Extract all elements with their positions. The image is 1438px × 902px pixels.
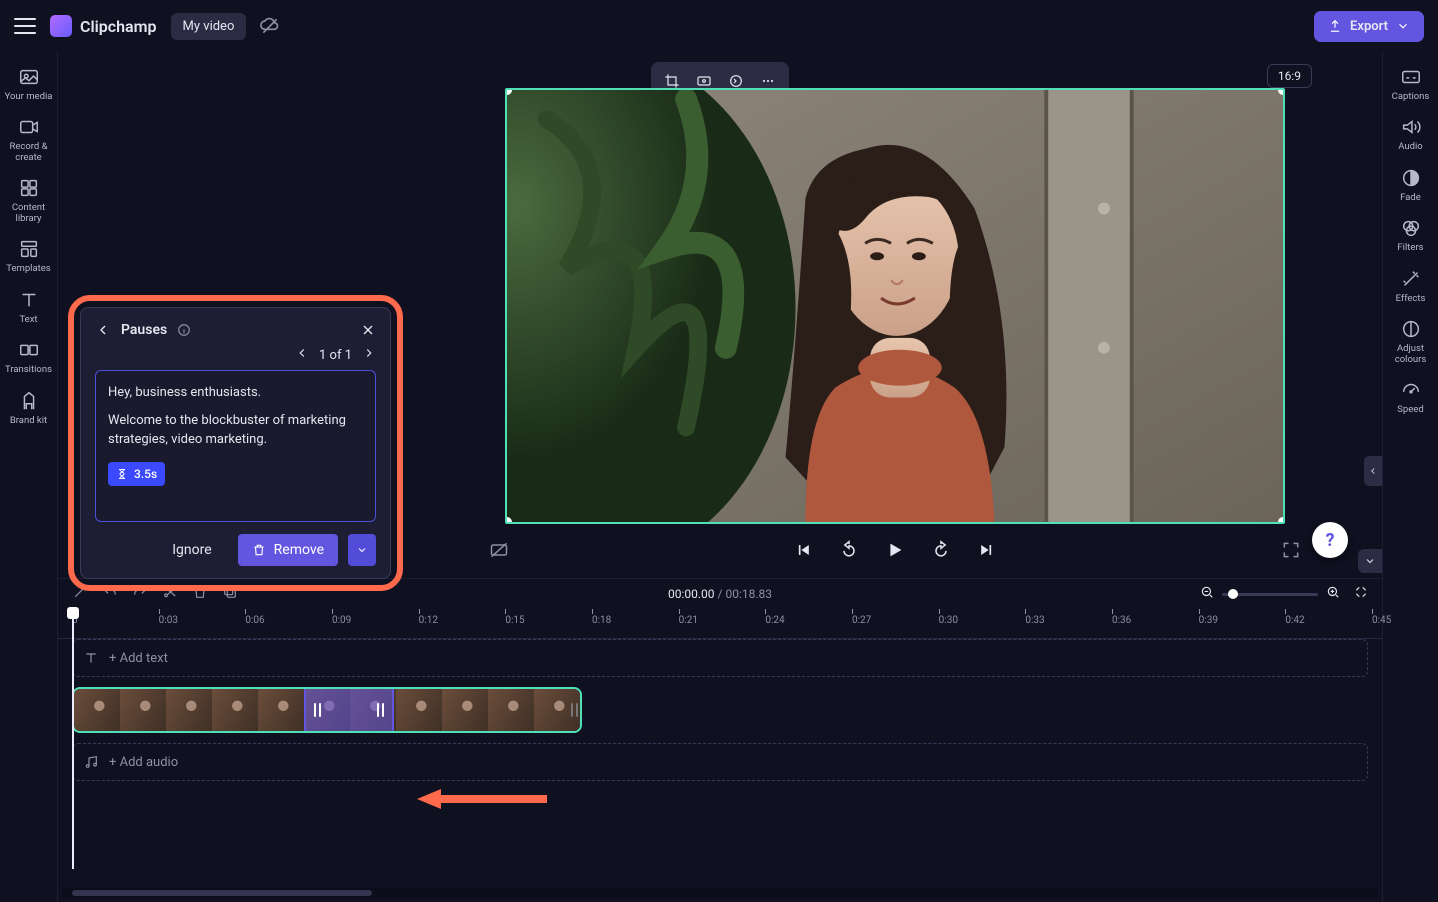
duration-time: 00:18.83	[725, 587, 772, 601]
close-icon[interactable]	[360, 322, 376, 338]
nav-record-create[interactable]: Record & create	[1, 110, 57, 169]
help-button[interactable]: ?	[1312, 522, 1348, 558]
nav-transitions[interactable]: Transitions	[1, 333, 57, 381]
preview-collapse-button[interactable]	[1358, 549, 1382, 573]
fullscreen-button[interactable]	[1278, 537, 1304, 563]
ruler-tick: 0:18	[592, 615, 611, 626]
current-time: 00:00.00	[668, 587, 715, 601]
pause-duration-chip: 3.5s	[108, 462, 165, 486]
ruler-tick: 0:27	[852, 615, 871, 626]
top-bar: Clipchamp My video Export	[0, 0, 1438, 52]
hourglass-icon	[116, 468, 128, 480]
sync-status-icon	[260, 16, 280, 36]
export-label: Export	[1350, 19, 1388, 34]
project-title[interactable]: My video	[171, 13, 247, 40]
music-icon	[83, 754, 99, 770]
app-name: Clipchamp	[80, 17, 157, 36]
timeline-scrollbar[interactable]	[62, 888, 1378, 898]
nav-filters[interactable]: Filters	[1383, 211, 1438, 259]
menu-button[interactable]	[14, 15, 36, 37]
ruler-tick: 0:45	[1372, 615, 1391, 626]
next-pause-button[interactable]	[362, 346, 376, 364]
ruler-tick: 0:42	[1285, 615, 1304, 626]
ruler-tick: 0:39	[1199, 615, 1218, 626]
left-nav: Your media Record & create Content libra…	[0, 52, 58, 902]
audio-track[interactable]: + Add audio	[72, 743, 1368, 781]
nav-brand-kit[interactable]: Brand kit	[1, 384, 57, 432]
chevron-down-icon	[356, 544, 368, 556]
text-track[interactable]: + Add text	[72, 639, 1368, 677]
playback-controls	[478, 530, 1312, 570]
resize-handle-br[interactable]	[1278, 517, 1285, 524]
aspect-ratio-chip[interactable]: 16:9	[1267, 64, 1312, 88]
nav-effects[interactable]: Effects	[1383, 262, 1438, 310]
export-button[interactable]: Export	[1314, 11, 1424, 42]
nav-speed[interactable]: Speed	[1383, 373, 1438, 421]
rewind-button[interactable]	[836, 537, 862, 563]
pauses-panel-highlight: Pauses 1 of 1 Hey, business enthusiasts.…	[68, 295, 403, 591]
resize-handle-tr[interactable]	[1278, 88, 1285, 95]
logo-icon	[50, 15, 72, 37]
ruler-tick: 0:36	[1112, 615, 1131, 626]
back-arrow-icon[interactable]	[95, 322, 111, 338]
nav-content-library[interactable]: Content library	[1, 171, 57, 230]
ruler-tick: 0:03	[159, 615, 178, 626]
remove-dropdown-button[interactable]	[348, 534, 376, 566]
ruler-tick: 0:09	[332, 615, 351, 626]
timeline-zoom	[1200, 585, 1368, 603]
annotation-arrow	[417, 789, 547, 809]
nav-text[interactable]: Text	[1, 283, 57, 331]
prev-pause-button[interactable]	[295, 346, 309, 364]
ruler-tick: 0:21	[679, 615, 698, 626]
nav-audio[interactable]: Audio	[1383, 110, 1438, 158]
transcript-line-1: Hey, business enthusiasts.	[108, 383, 363, 403]
app-logo: Clipchamp	[50, 15, 157, 37]
timeline-tracks: + Add text + Add audio	[72, 639, 1368, 791]
ruler-tick: 0:06	[245, 615, 264, 626]
nav-captions[interactable]: Captions	[1383, 60, 1438, 108]
ruler-tick: 0:24	[765, 615, 784, 626]
trash-icon	[252, 543, 266, 557]
fit-timeline-button[interactable]	[1354, 585, 1368, 603]
timeline-timecode: 00:00.00 / 00:18.83	[668, 587, 772, 601]
remove-button[interactable]: Remove	[238, 534, 338, 566]
nav-adjust-colours[interactable]: Adjust colours	[1383, 312, 1438, 371]
transcript-box[interactable]: Hey, business enthusiasts. Welcome to th…	[95, 370, 376, 522]
nav-fade[interactable]: Fade	[1383, 161, 1438, 209]
preview-scene	[507, 90, 1283, 522]
skip-end-button[interactable]	[974, 537, 1000, 563]
timeline-ruler[interactable]: 00:030:060:090:120:150:180:210:240:270:3…	[58, 609, 1382, 639]
right-nav: Captions Audio Fade Filters Effects Adju…	[1382, 52, 1438, 902]
pauses-title: Pauses	[121, 322, 167, 338]
captions-toggle-icon[interactable]	[486, 537, 512, 563]
pauses-panel: Pauses 1 of 1 Hey, business enthusiasts.…	[80, 307, 391, 579]
transcript-line-2: Welcome to the blockbuster of marketing …	[108, 411, 363, 450]
pause-segment[interactable]	[304, 689, 394, 731]
video-preview[interactable]	[505, 88, 1285, 524]
chevron-down-icon	[1396, 19, 1410, 33]
ruler-tick: 0:12	[419, 615, 438, 626]
ruler-tick: 0:30	[939, 615, 958, 626]
ignore-button[interactable]: Ignore	[156, 534, 227, 566]
skip-start-button[interactable]	[790, 537, 816, 563]
play-button[interactable]	[882, 537, 908, 563]
info-icon[interactable]	[177, 323, 191, 337]
video-clip[interactable]	[72, 687, 582, 733]
zoom-out-button[interactable]	[1200, 585, 1214, 603]
nav-templates[interactable]: Templates	[1, 232, 57, 280]
forward-button[interactable]	[928, 537, 954, 563]
timeline: 00:00.00 / 00:18.83 00:030:060:090:120:1…	[58, 578, 1382, 902]
pauses-nav: 1 of 1	[95, 346, 376, 364]
zoom-in-button[interactable]	[1326, 585, 1340, 603]
zoom-slider[interactable]	[1222, 593, 1318, 596]
ruler-tick: 0:15	[505, 615, 524, 626]
pause-position-label: 1 of 1	[319, 348, 352, 363]
playhead[interactable]	[72, 609, 74, 869]
ruler-tick: 0:33	[1025, 615, 1044, 626]
clip-end-handle[interactable]	[571, 703, 578, 717]
resize-handle-bl[interactable]	[505, 517, 512, 524]
nav-your-media[interactable]: Your media	[1, 60, 57, 108]
text-icon	[83, 650, 99, 666]
